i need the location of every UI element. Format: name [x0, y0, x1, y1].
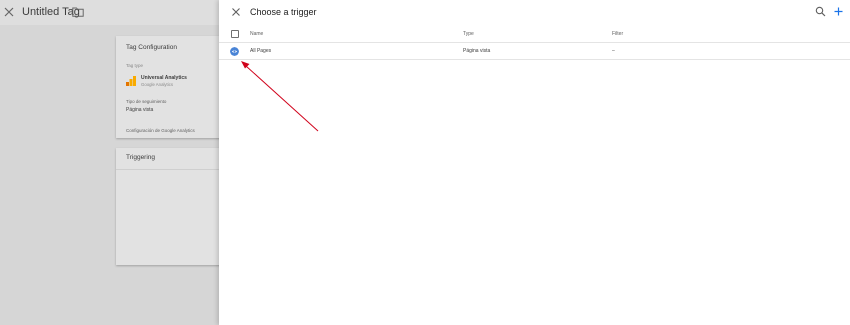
ga-settings-label: Configuración de Google Analytics: [126, 128, 195, 133]
tag-type-vendor: Google Analytics: [141, 82, 174, 87]
tag-type-name: Universal Analytics: [141, 75, 187, 81]
folder-icon[interactable]: [72, 7, 84, 17]
search-icon[interactable]: [815, 6, 826, 17]
trigger-type: Página vista: [463, 48, 491, 54]
card-title: Triggering: [126, 154, 156, 161]
triggering-card[interactable]: Triggering: [116, 148, 226, 265]
tracking-type-label: Tipo de seguimiento: [126, 99, 167, 104]
trigger-filter: –: [612, 48, 615, 54]
add-icon[interactable]: [833, 6, 844, 17]
google-analytics-icon: [126, 76, 136, 86]
divider: [116, 169, 226, 170]
close-icon[interactable]: [3, 6, 15, 18]
panel-title: Choose a trigger: [250, 7, 317, 17]
column-header-filter[interactable]: Filter: [612, 31, 623, 37]
table-header: Name Type Filter: [219, 26, 850, 43]
column-header-name[interactable]: Name: [250, 31, 263, 37]
eye-icon: [230, 46, 239, 56]
table-row[interactable]: All Pages Página vista –: [219, 43, 850, 60]
choose-trigger-panel: Choose a trigger Name Type Filter All Pa…: [219, 0, 850, 325]
close-icon[interactable]: [231, 7, 241, 17]
trigger-name[interactable]: All Pages: [250, 48, 271, 54]
tracking-type-value: Página vista: [126, 107, 154, 113]
trigger-table: Name Type Filter All Pages Página vista …: [219, 26, 850, 60]
column-header-type[interactable]: Type: [463, 31, 474, 37]
tag-configuration-card[interactable]: Tag Configuration Tag type Universal Ana…: [116, 36, 226, 138]
tag-type-label: Tag type: [126, 63, 144, 68]
select-all-checkbox[interactable]: [231, 30, 239, 38]
card-title: Tag Configuration: [126, 44, 177, 51]
